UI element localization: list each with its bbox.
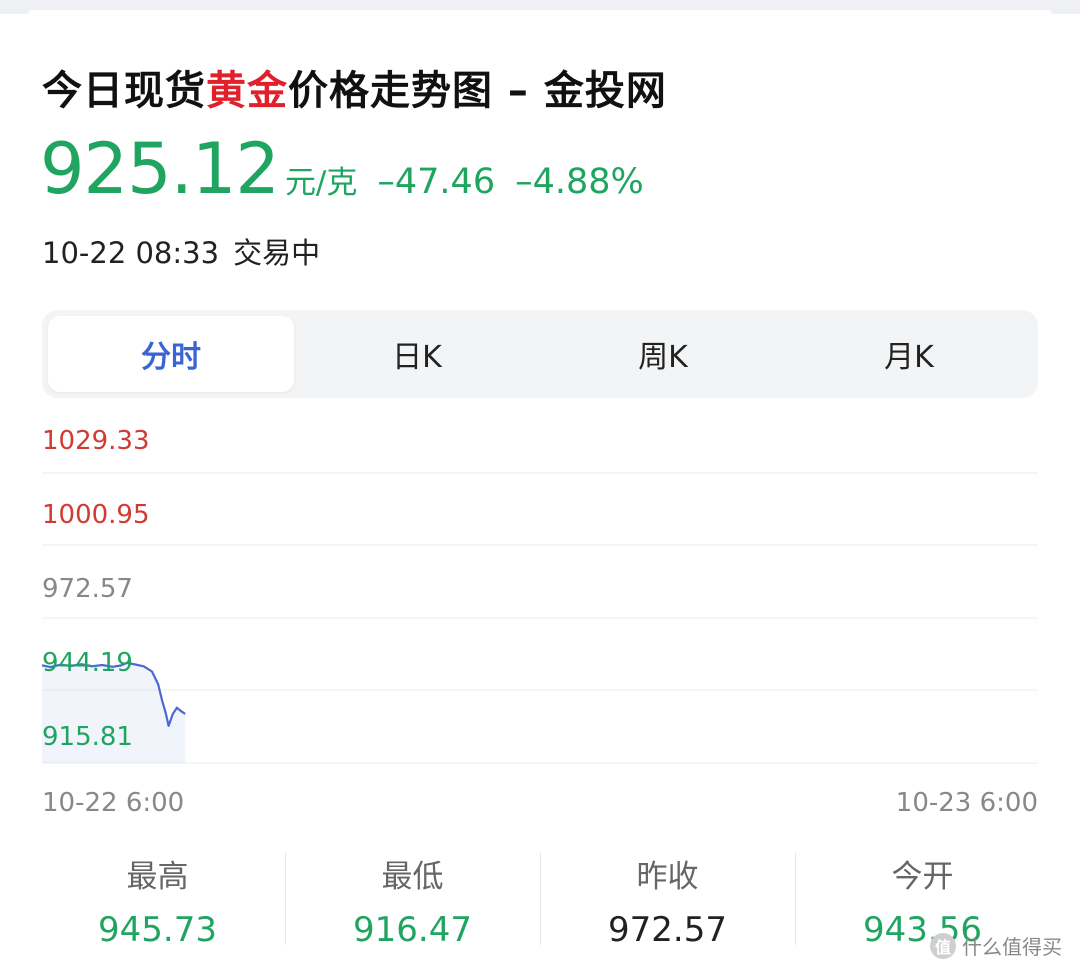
price-change: –47.46 (377, 162, 496, 202)
price-chart[interactable]: 1029.33 1000.95 972.57 944.19 915.81 10-… (0, 400, 1080, 840)
stat-high: 最高 945.73 (30, 845, 285, 955)
tab-daily-k[interactable]: 日K (294, 316, 540, 392)
y-tick-label: 944.19 (42, 648, 133, 678)
page-title: 今日现货黄金价格走势图 – 金投网 (42, 58, 667, 116)
stat-low: 最低 916.47 (285, 845, 540, 955)
y-tick-label: 972.57 (42, 574, 133, 604)
stat-label: 最高 (126, 859, 189, 895)
watermark-text: 什么值得买 (962, 935, 1062, 959)
price-row: 925.12 元/克 –47.46 –4.88% (40, 128, 644, 210)
y-tick-label: 1029.33 (42, 426, 150, 456)
stat-label: 昨收 (636, 859, 699, 895)
chart-canvas (41, 472, 1038, 764)
tab-monthly-k[interactable]: 月K (786, 316, 1032, 392)
title-prefix: 今日现货 (42, 68, 206, 114)
smzdm-logo-icon: 值 (930, 932, 956, 959)
y-tick-label: 915.81 (42, 722, 133, 752)
tab-weekly-k[interactable]: 周K (540, 316, 786, 392)
price-unit: 元/克 (284, 165, 358, 201)
status-row: 10-22 08:33 交易中 (42, 230, 320, 272)
title-suffix: 价格走势图 – 金投网 (288, 68, 667, 114)
current-price: 925.12 (40, 128, 280, 210)
stat-value: 945.73 (98, 910, 217, 950)
x-start-label: 10-22 6:00 (42, 788, 185, 818)
stat-value: 916.47 (353, 910, 472, 950)
quote-datetime: 10-22 08:33 (42, 236, 220, 270)
tab-intraday[interactable]: 分时 (48, 316, 294, 392)
price-change-percent: –4.88% (515, 162, 644, 202)
y-tick-label: 1000.95 (42, 500, 150, 530)
watermark: 值 什么值得买 (930, 931, 1062, 960)
stat-value: 972.57 (608, 910, 727, 950)
stat-label: 最低 (381, 859, 444, 895)
stat-prev-close: 昨收 972.57 (540, 845, 795, 955)
stats-bar: 最高 945.73 最低 916.47 昨收 972.57 今开 943.56 (30, 845, 1050, 955)
chart-period-tabs: 分时 日K 周K 月K (42, 310, 1038, 398)
x-end-label: 10-23 6:00 (895, 788, 1038, 818)
title-highlight: 黄金 (206, 68, 288, 114)
stat-label: 今开 (891, 859, 954, 895)
trading-status: 交易中 (233, 236, 321, 270)
top-strip (0, 0, 1080, 14)
